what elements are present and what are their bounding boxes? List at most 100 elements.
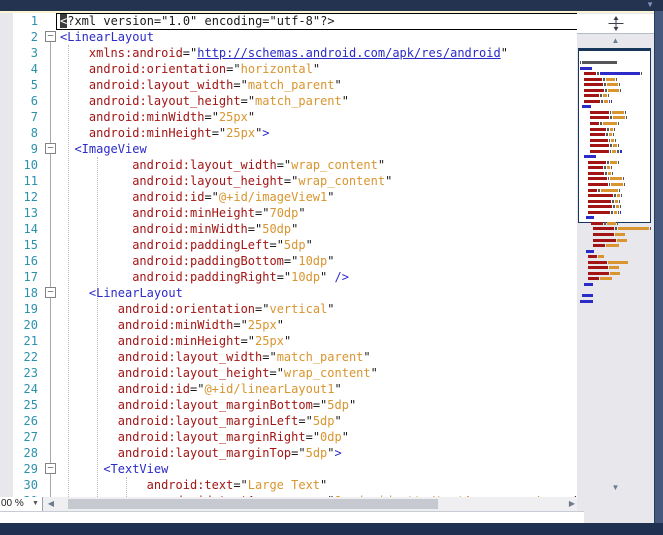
code-line[interactable]: 3 xmlns:android="http://schemas.android.c… — [0, 45, 577, 61]
code-line[interactable]: 29– <TextView — [0, 461, 577, 477]
token-attr: android:paddingRight — [132, 270, 277, 284]
token-val: 5dp — [312, 414, 335, 428]
scroll-up-button[interactable]: ▲ — [577, 34, 654, 48]
fold-toggle[interactable]: – — [45, 463, 56, 474]
code-text: android:paddingRight="10dp" /> — [132, 269, 349, 285]
code-line[interactable]: 17 android:paddingRight="10dp" /> — [0, 269, 577, 285]
line-number: 9 — [30, 142, 38, 156]
token-punc: =" — [226, 62, 241, 76]
token-val: vertical — [269, 302, 328, 316]
code-line[interactable]: 18– <LinearLayout — [0, 285, 577, 301]
code-line[interactable]: 15 android:paddingLeft="5dp" — [0, 237, 577, 253]
code-text: android:orientation="vertical" — [118, 301, 335, 317]
token-attr: android:orientation — [88, 62, 227, 76]
code-line[interactable]: 16 android:paddingBottom="10dp" — [0, 253, 577, 269]
xml-code-editor[interactable]: 1 <?xml version="1.0" encoding="utf-8"?> 2… — [0, 13, 577, 497]
token-punc: " — [320, 270, 335, 284]
horizontal-scrollbar[interactable]: 00 % ▼ ◀ ▶ — [0, 497, 577, 511]
token-elem: <ImageView — [74, 142, 147, 156]
code-line[interactable]: 10 android:layout_width="wrap_content" — [0, 157, 577, 173]
token-punc: =" — [312, 398, 328, 412]
horizontal-scrollbar-thumb[interactable] — [68, 499, 438, 509]
zoom-dropdown[interactable]: 00 % ▼ — [0, 497, 43, 511]
line-number: 13 — [23, 206, 38, 220]
code-line[interactable]: 11 android:layout_height="wrap_content" — [0, 173, 577, 189]
token-val: @+id/imageView1 — [218, 190, 328, 204]
code-line[interactable]: 5 android:layout_width="match_parent" — [0, 77, 577, 93]
line-number: 25 — [23, 398, 38, 412]
line-number: 10 — [23, 158, 38, 172]
code-line[interactable]: 28 android:layout_marginTop="5dp"> — [0, 445, 577, 461]
line-number: 22 — [23, 350, 38, 364]
fold-toggle[interactable]: – — [45, 31, 56, 42]
chevron-down-icon[interactable]: ▼ — [646, 0, 654, 10]
code-line[interactable]: 9– <ImageView — [0, 141, 577, 157]
token-punc: =" — [276, 270, 292, 284]
code-line[interactable]: 12 android:id="@+id/imageView1" — [0, 189, 577, 205]
token-attr: android:minHeight — [117, 334, 241, 348]
code-text: android:text="Large Text" — [147, 477, 328, 493]
code-line[interactable]: 22 android:layout_width="match_parent" — [0, 349, 577, 365]
code-text: xmlns:android="http://schemas.android.co… — [89, 45, 508, 61]
token-punc: =" — [233, 78, 248, 92]
token-val: 25px — [226, 126, 256, 140]
code-text: android:layout_width="match_parent" — [118, 349, 371, 365]
fold-toggle[interactable]: – — [45, 287, 56, 298]
scroll-down-button[interactable]: ▼ — [577, 481, 654, 495]
fold-toggle[interactable]: – — [45, 143, 56, 154]
code-line[interactable]: 21 android:minHeight="25px" — [0, 333, 577, 349]
line-number: 6 — [30, 94, 38, 108]
line-number: 15 — [23, 238, 38, 252]
token-elem: <TextView — [103, 462, 169, 476]
code-text: android:layout_marginBottom="5dp" — [118, 397, 356, 413]
code-text: android:layout_height="match_parent" — [89, 93, 349, 109]
code-text: android:minWidth="50dp" — [132, 221, 298, 237]
token-val: wrap_content — [291, 158, 378, 172]
splitter-icon — [608, 16, 623, 31]
scroll-right-button[interactable]: ▶ — [566, 497, 578, 511]
token-attr: android:orientation — [117, 302, 256, 316]
code-line[interactable]: 1 <?xml version="1.0" encoding="utf-8"?> — [0, 13, 577, 29]
token-val: Large Text — [247, 478, 321, 492]
code-line[interactable]: 24 android:id="@+id/linearLayout1" — [0, 381, 577, 397]
code-text: android:layout_height="wrap_content" — [132, 173, 392, 189]
token-punc: =" — [269, 366, 284, 380]
token-punc: =" — [305, 430, 321, 444]
code-line[interactable]: 25 android:layout_marginBottom="5dp" — [0, 397, 577, 413]
dropdown-arrow-icon[interactable]: ▼ — [30, 497, 41, 510]
minimap-line — [579, 290, 652, 303]
token-punc: =" — [233, 318, 248, 332]
code-text: <TextView — [103, 461, 168, 477]
code-line[interactable]: 4 android:orientation="horizontal" — [0, 61, 577, 77]
token-val: 5dp — [327, 398, 349, 412]
token-attr: android:layout_height — [117, 366, 270, 380]
code-line[interactable]: 30 android:text="Large Text" — [0, 477, 577, 493]
line-number: 26 — [23, 414, 38, 428]
token-val: wrap_content — [283, 366, 371, 380]
code-line[interactable]: 8 android:minHeight="25px"> — [0, 125, 577, 141]
token-val: 0dp — [320, 430, 342, 444]
token-attr: android:minWidth — [117, 318, 234, 332]
vertical-scrollbar-map[interactable]: ▲ ▼ — [577, 13, 654, 523]
code-line[interactable]: 6 android:layout_height="match_parent" — [0, 93, 577, 109]
split-window-handle[interactable] — [577, 14, 654, 34]
scroll-left-button[interactable]: ◀ — [45, 497, 57, 511]
code-line[interactable]: 13 android:minHeight="70dp" — [0, 205, 577, 221]
token-punc: =" — [204, 190, 219, 204]
code-line[interactable]: 2– <LinearLayout — [0, 29, 577, 45]
code-line[interactable]: 19 android:orientation="vertical" — [0, 301, 577, 317]
code-line[interactable]: 7 android:minWidth="25px" — [0, 109, 577, 125]
code-line[interactable]: 26 android:layout_marginLeft="5dp" — [0, 413, 577, 429]
token-val: 25px — [255, 334, 284, 348]
token-elem: /> — [334, 270, 349, 284]
code-line[interactable]: 14 android:minWidth="50dp" — [0, 221, 577, 237]
code-text: android:minHeight="25px" — [118, 333, 291, 349]
code-line[interactable]: 20 android:minWidth="25px" — [0, 317, 577, 333]
token-punc: =" — [240, 94, 256, 108]
code-line[interactable]: 23 android:layout_height="wrap_content" — [0, 365, 577, 381]
line-number: 24 — [23, 382, 38, 396]
token-val: wrap_content — [298, 174, 386, 188]
code-line[interactable]: 27 android:layout_marginRight="0dp" — [0, 429, 577, 445]
token-val: 5dp — [305, 446, 328, 460]
token-attr: android:id — [117, 382, 190, 396]
